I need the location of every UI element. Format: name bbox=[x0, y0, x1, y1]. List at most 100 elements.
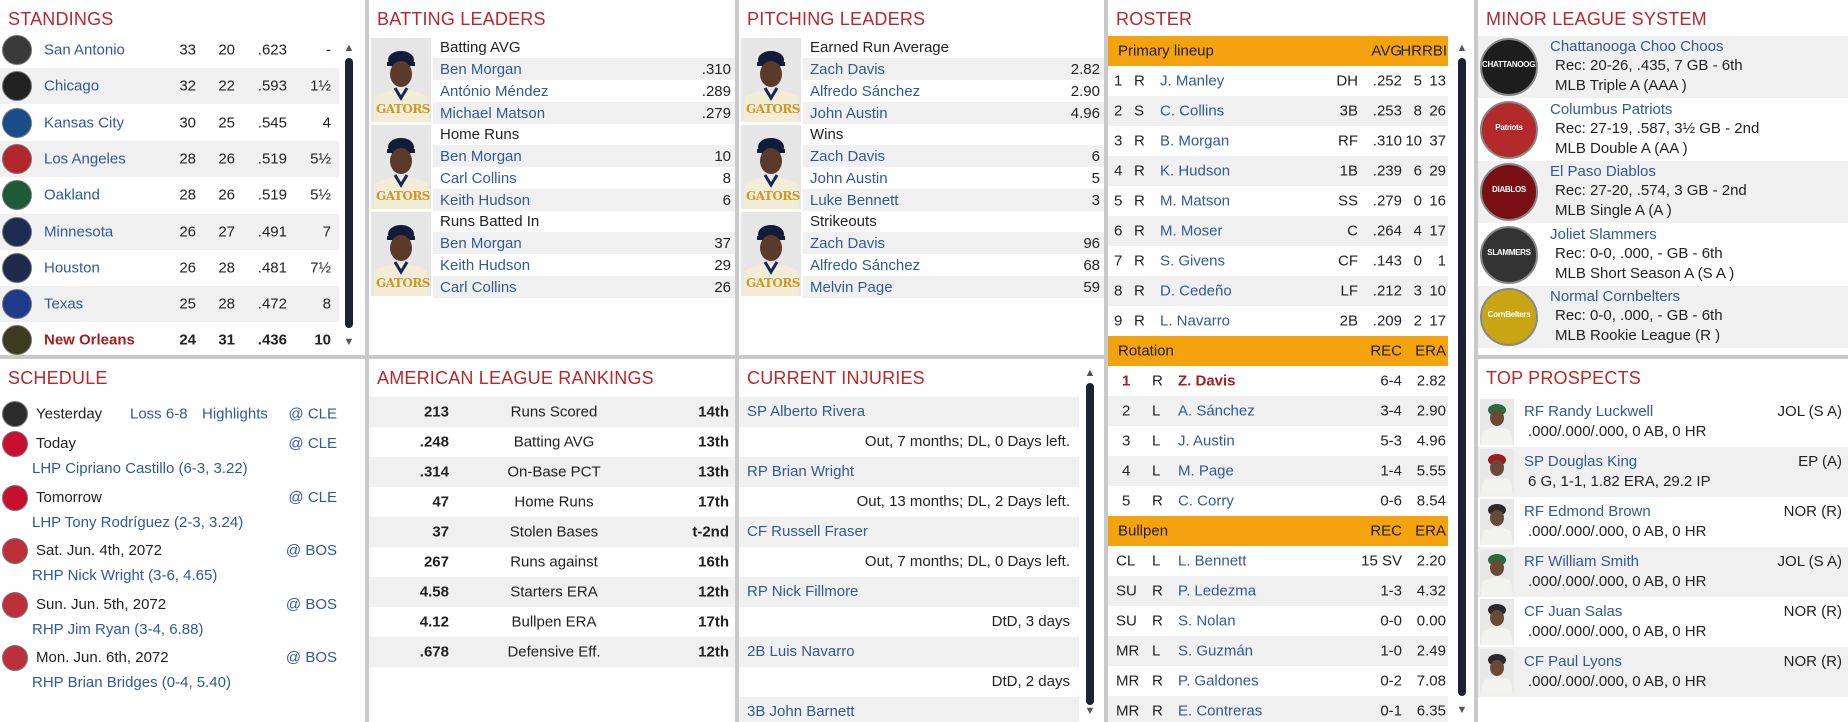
prospect-name[interactable]: SP Douglas King bbox=[1524, 453, 1637, 470]
scroll-up-icon[interactable]: ▲ bbox=[1456, 42, 1468, 54]
leader-name[interactable]: Zach Davis bbox=[810, 235, 885, 252]
leader-name[interactable]: António Méndez bbox=[440, 83, 548, 100]
player-name[interactable]: L. Bennett bbox=[1178, 553, 1246, 570]
injured-player[interactable]: RP Brian Wright bbox=[747, 463, 854, 480]
affiliate-name[interactable]: Normal Cornbelters bbox=[1550, 288, 1680, 305]
lineup-row[interactable]: 8 R D. Cedeño LF .212 3 10 bbox=[1108, 276, 1448, 306]
leader-name[interactable]: Ben Morgan bbox=[440, 61, 522, 78]
probable-pitcher[interactable]: RHP Nick Wright (3-6, 4.65) bbox=[32, 567, 217, 584]
rotation-row[interactable]: 3 L J. Austin 5-3 4.96 bbox=[1108, 426, 1448, 456]
leader-name[interactable]: Alfredo Sánchez bbox=[810, 83, 920, 100]
lineup-row[interactable]: 7 R S. Givens CF .143 0 1 bbox=[1108, 246, 1448, 276]
player-name[interactable]: P. Galdones bbox=[1178, 673, 1259, 690]
injured-player[interactable]: RP Nick Fillmore bbox=[747, 583, 858, 600]
probable-pitcher[interactable]: RHP Brian Bridges (0-4, 5.40) bbox=[32, 674, 231, 691]
lineup-row[interactable]: 5 R M. Matson SS .279 0 16 bbox=[1108, 186, 1448, 216]
player-name[interactable]: S. Givens bbox=[1160, 253, 1225, 270]
team-name[interactable]: Kansas City bbox=[44, 114, 124, 131]
team-name[interactable]: Minnesota bbox=[44, 223, 113, 240]
player-name[interactable]: S. Guzmán bbox=[1178, 643, 1253, 660]
lineup-row[interactable]: 4 R K. Hudson 1B .239 6 29 bbox=[1108, 156, 1448, 186]
lineup-row[interactable]: 9 R L. Navarro 2B .209 2 17 bbox=[1108, 306, 1448, 336]
player-name[interactable]: K. Hudson bbox=[1160, 163, 1230, 180]
team-name[interactable]: New Orleans bbox=[44, 332, 135, 349]
opponent[interactable]: @ BOS bbox=[286, 542, 337, 559]
leader-name[interactable]: Zach Davis bbox=[810, 148, 885, 165]
player-name[interactable]: A. Sánchez bbox=[1178, 403, 1255, 420]
opponent[interactable]: @ CLE bbox=[288, 489, 337, 506]
highlights-link[interactable]: Highlights bbox=[202, 406, 268, 423]
probable-pitcher[interactable]: LHP Tony Rodríguez (2-3, 3.24) bbox=[32, 514, 243, 531]
leader-name[interactable]: Ben Morgan bbox=[440, 235, 522, 252]
leader-name[interactable]: Michael Matson bbox=[440, 105, 545, 122]
player-name[interactable]: P. Ledezma bbox=[1178, 583, 1256, 600]
affiliate-name[interactable]: Columbus Patriots bbox=[1550, 101, 1673, 118]
prospect-name[interactable]: CF Paul Lyons bbox=[1524, 653, 1622, 670]
scroll-up-icon[interactable]: ▲ bbox=[1084, 367, 1096, 379]
leader-name[interactable]: Zach Davis bbox=[810, 61, 885, 78]
rotation-row[interactable]: 1 R Z. Davis 6-4 2.82 bbox=[1108, 366, 1448, 396]
rotation-row[interactable]: 4 L M. Page 1-4 5.55 bbox=[1108, 456, 1448, 486]
bullpen-row[interactable]: SU R P. Ledezma 1-3 4.32 bbox=[1108, 576, 1448, 606]
opponent[interactable]: @ BOS bbox=[286, 596, 337, 613]
standings-row[interactable]: Texas 25 28 .472 8 bbox=[0, 286, 339, 323]
opponent[interactable]: @ CLE bbox=[288, 435, 337, 452]
lineup-row[interactable]: 6 R M. Moser C .264 4 17 bbox=[1108, 216, 1448, 246]
lineup-row[interactable]: 2 S C. Collins 3B .253 8 26 bbox=[1108, 96, 1448, 126]
rotation-row[interactable]: 5 R C. Corry 0-6 8.54 bbox=[1108, 486, 1448, 516]
leader-name[interactable]: Carl Collins bbox=[440, 279, 517, 296]
standings-row[interactable]: New Orleans 24 31 .436 10 bbox=[0, 322, 339, 355]
leader-name[interactable]: Luke Bennett bbox=[810, 192, 898, 209]
scroll-up-icon[interactable]: ▲ bbox=[343, 42, 355, 54]
opponent[interactable]: @ CLE bbox=[288, 406, 337, 423]
player-name[interactable]: J. Manley bbox=[1160, 73, 1224, 90]
leader-name[interactable]: Ben Morgan bbox=[440, 148, 522, 165]
player-name[interactable]: L. Navarro bbox=[1160, 313, 1230, 330]
player-name[interactable]: C. Collins bbox=[1160, 103, 1224, 120]
leader-name[interactable]: Melvin Page bbox=[810, 279, 893, 296]
affiliate-name[interactable]: Chattanooga Choo Choos bbox=[1550, 38, 1723, 55]
opponent[interactable]: @ BOS bbox=[286, 649, 337, 666]
team-name[interactable]: Oakland bbox=[44, 187, 100, 204]
affiliate-name[interactable]: Joliet Slammers bbox=[1550, 226, 1657, 243]
team-name[interactable]: Texas bbox=[44, 296, 83, 313]
probable-pitcher[interactable]: LHP Cipriano Castillo (6-3, 3.22) bbox=[32, 460, 248, 477]
standings-row[interactable]: Minnesota 26 27 .491 7 bbox=[0, 213, 339, 250]
roster-scrollbar[interactable] bbox=[1458, 58, 1466, 696]
game-result[interactable]: Loss 6-8 bbox=[130, 406, 188, 423]
player-name[interactable]: J. Austin bbox=[1178, 433, 1235, 450]
bullpen-row[interactable]: MR R P. Galdones 0-2 7.08 bbox=[1108, 666, 1448, 696]
player-name[interactable]: M. Matson bbox=[1160, 193, 1230, 210]
leader-name[interactable]: John Austin bbox=[810, 170, 888, 187]
prospect-name[interactable]: RF William Smith bbox=[1524, 553, 1639, 570]
probable-pitcher[interactable]: RHP Jim Ryan (3-4, 6.88) bbox=[32, 621, 203, 638]
injured-player[interactable]: CF Russell Fraser bbox=[747, 523, 868, 540]
player-name[interactable]: C. Corry bbox=[1178, 493, 1234, 510]
standings-row[interactable]: Kansas City 30 25 .545 4 bbox=[0, 105, 339, 141]
player-name[interactable]: M. Page bbox=[1178, 463, 1234, 480]
leader-name[interactable]: Carl Collins bbox=[440, 170, 517, 187]
team-name[interactable]: Chicago bbox=[44, 78, 99, 95]
prospect-name[interactable]: RF Edmond Brown bbox=[1524, 503, 1651, 520]
scroll-down-icon[interactable]: ▼ bbox=[1456, 704, 1468, 716]
prospect-name[interactable]: CF Juan Salas bbox=[1524, 603, 1622, 620]
standings-row[interactable]: Chicago 32 22 .593 1½ bbox=[0, 68, 339, 105]
team-name[interactable]: Los Angeles bbox=[44, 150, 126, 167]
player-name[interactable]: S. Nolan bbox=[1178, 613, 1236, 630]
player-name[interactable]: M. Moser bbox=[1160, 223, 1223, 240]
standings-row[interactable]: San Antonio 33 20 .623 - bbox=[0, 32, 339, 68]
bullpen-row[interactable]: MR R E. Contreras 0-1 6.35 bbox=[1108, 696, 1448, 722]
player-name[interactable]: E. Contreras bbox=[1178, 703, 1262, 720]
prospect-name[interactable]: RF Randy Luckwell bbox=[1524, 403, 1653, 420]
bullpen-row[interactable]: MR L S. Guzmán 1-0 2.49 bbox=[1108, 636, 1448, 666]
injured-player[interactable]: 2B Luis Navarro bbox=[747, 643, 855, 660]
leader-name[interactable]: Alfredo Sánchez bbox=[810, 257, 920, 274]
affiliate-name[interactable]: El Paso Diablos bbox=[1550, 163, 1656, 180]
player-name[interactable]: B. Morgan bbox=[1160, 133, 1229, 150]
injured-player[interactable]: 3B John Barnett bbox=[747, 703, 855, 720]
scroll-down-icon[interactable]: ▼ bbox=[343, 336, 355, 348]
injured-player[interactable]: SP Alberto Rivera bbox=[747, 403, 865, 420]
lineup-row[interactable]: 3 R B. Morgan RF .310 10 37 bbox=[1108, 126, 1448, 156]
standings-scrollbar[interactable] bbox=[345, 58, 353, 328]
lineup-row[interactable]: 1 R J. Manley DH .252 5 13 bbox=[1108, 66, 1448, 96]
